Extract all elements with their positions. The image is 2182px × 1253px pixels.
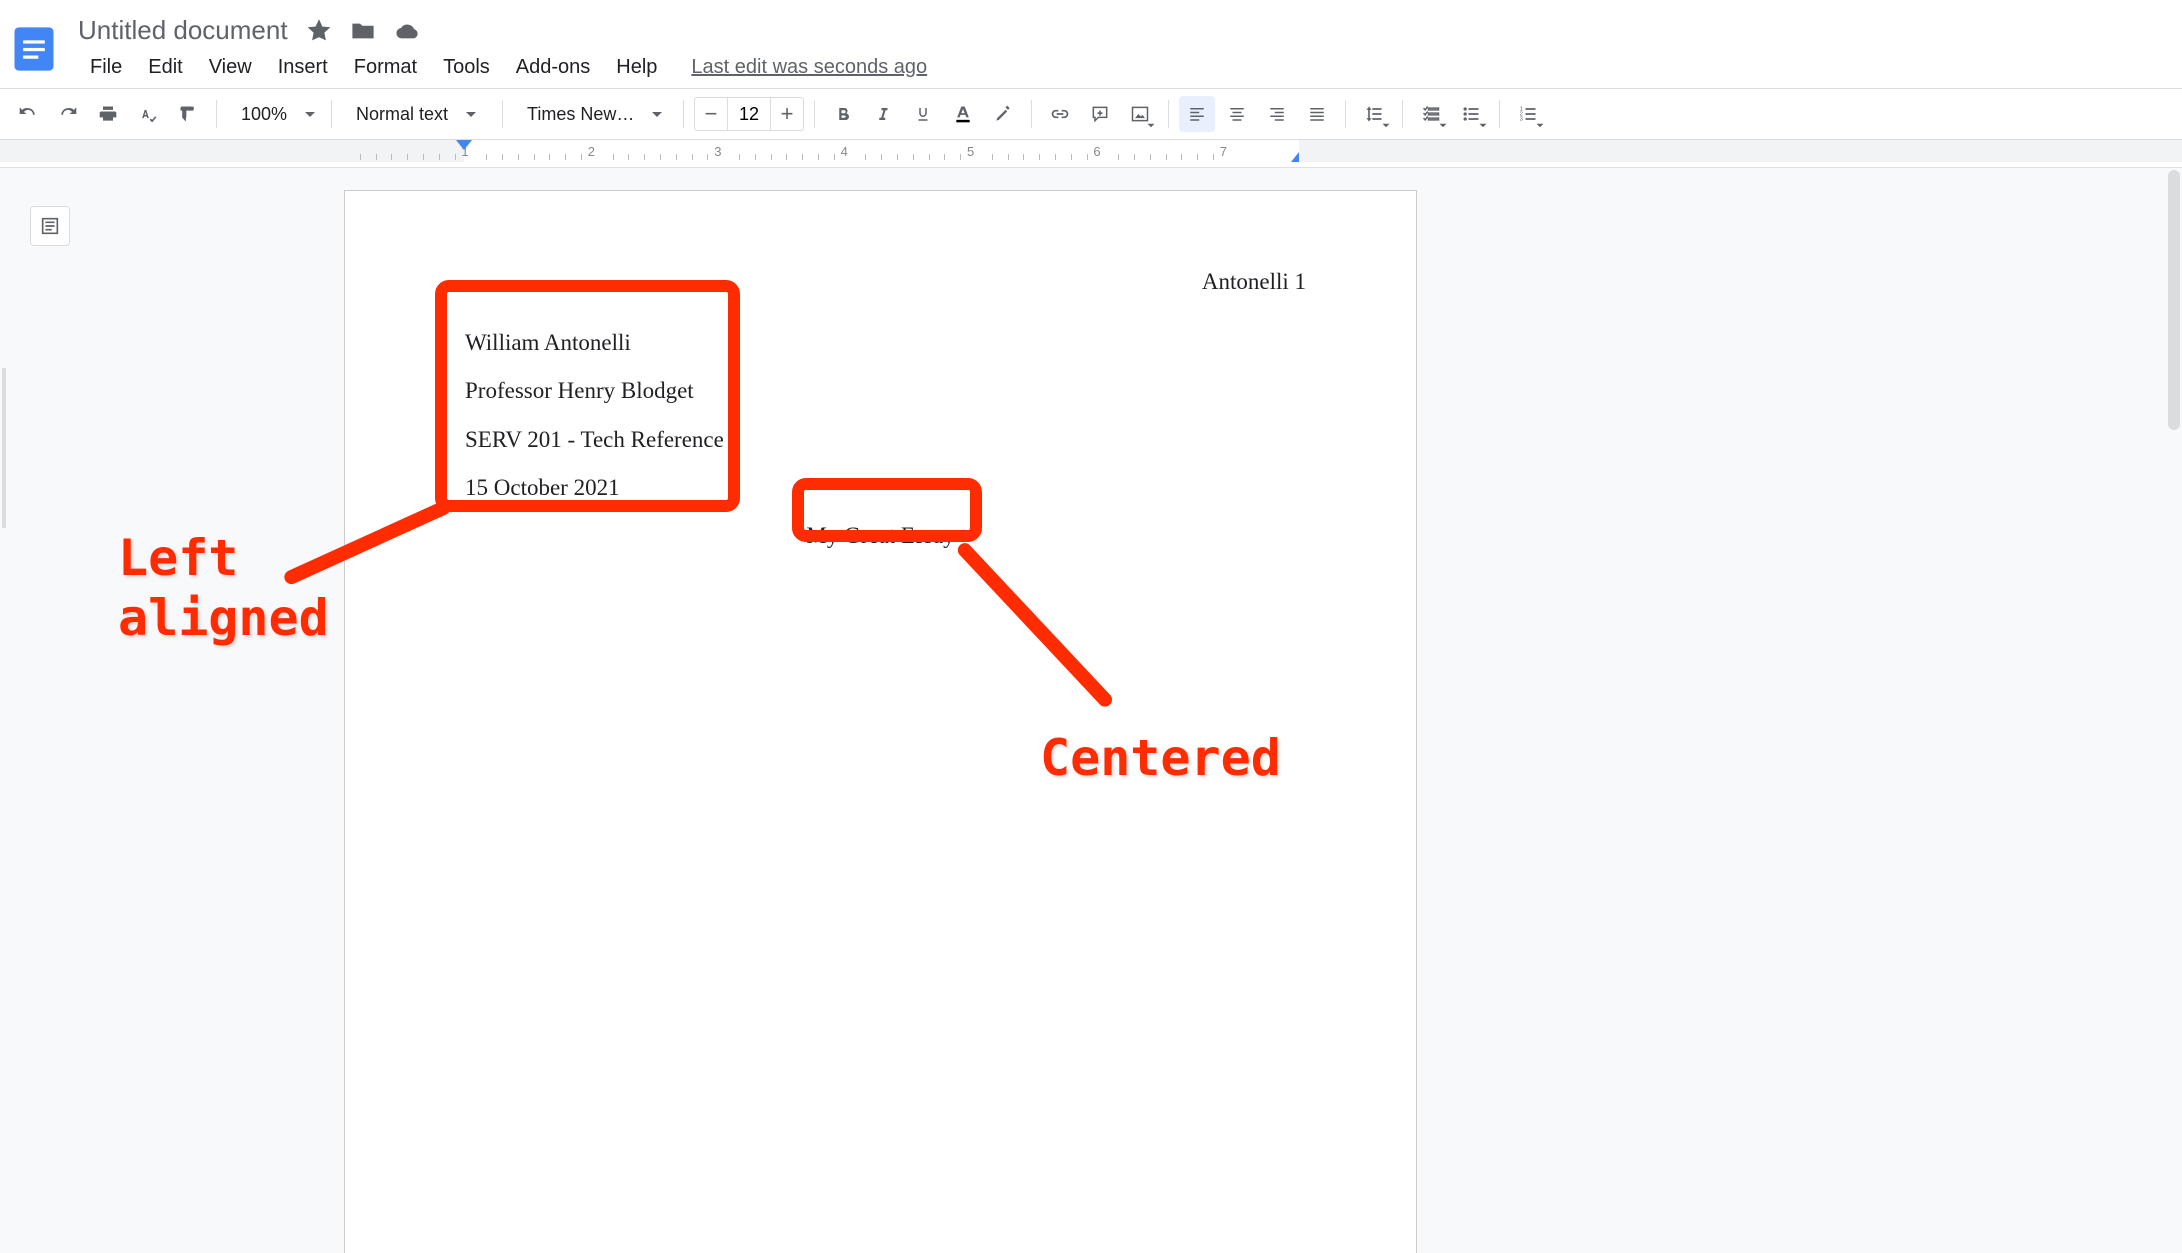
print-button[interactable] (90, 96, 126, 132)
docs-logo-icon[interactable] (8, 23, 60, 75)
menu-edit[interactable]: Edit (136, 52, 194, 83)
insert-link-button[interactable] (1042, 96, 1078, 132)
vertical-scrollbar[interactable] (2168, 170, 2180, 430)
italic-button[interactable] (865, 96, 901, 132)
numbered-list-button[interactable]: 123 (1510, 96, 1546, 132)
body-line-title[interactable]: My Great Essay (465, 512, 1296, 560)
body-line-date[interactable]: 15 October 2021 (465, 464, 1296, 512)
checklist-button[interactable] (1413, 96, 1449, 132)
star-icon[interactable] (306, 18, 332, 44)
font-dropdown[interactable]: Times New… (513, 96, 673, 132)
font-size-increase-button[interactable]: + (771, 98, 803, 130)
styles-dropdown[interactable]: Normal text (342, 96, 492, 132)
page-header-text[interactable]: Antonelli 1 (1202, 269, 1306, 295)
document-title[interactable]: Untitled document (78, 15, 288, 46)
body-line-professor[interactable]: Professor Henry Blodget (465, 367, 1296, 415)
menu-file[interactable]: File (78, 52, 134, 83)
font-size-control: − + (694, 97, 804, 131)
insert-image-button[interactable] (1122, 96, 1158, 132)
body-line-course[interactable]: SERV 201 - Tech Reference (465, 416, 1296, 464)
menubar: File Edit View Insert Format Tools Add-o… (78, 52, 927, 83)
align-right-button[interactable] (1259, 96, 1295, 132)
add-comment-button[interactable] (1082, 96, 1118, 132)
styles-value: Normal text (356, 104, 448, 125)
workspace[interactable]: Antonelli 1 William Antonelli Professor … (0, 168, 2182, 1253)
menu-insert[interactable]: Insert (266, 52, 340, 83)
cloud-status-icon[interactable] (394, 18, 420, 44)
menu-view[interactable]: View (197, 52, 264, 83)
line-spacing-button[interactable] (1356, 96, 1392, 132)
left-edge-decoration (2, 368, 6, 528)
align-left-button[interactable] (1179, 96, 1215, 132)
ruler[interactable]: 1234567 (0, 140, 2182, 168)
bold-button[interactable] (825, 96, 861, 132)
body-line-name[interactable]: William Antonelli (465, 319, 1296, 367)
font-size-input[interactable] (727, 98, 771, 130)
document-page[interactable]: Antonelli 1 William Antonelli Professor … (344, 190, 1417, 1253)
document-outline-button[interactable] (30, 206, 70, 246)
underline-button[interactable] (905, 96, 941, 132)
font-value: Times New… (527, 104, 634, 125)
text-color-button[interactable] (945, 96, 981, 132)
highlight-button[interactable] (985, 96, 1021, 132)
titlebar: Untitled document File Edit View Insert … (0, 0, 2182, 88)
last-edit-link[interactable]: Last edit was seconds ago (691, 56, 927, 79)
align-center-button[interactable] (1219, 96, 1255, 132)
spellcheck-button[interactable] (130, 96, 166, 132)
toolbar: 100% Normal text Times New… − + 123 (0, 88, 2182, 140)
redo-button[interactable] (50, 96, 86, 132)
font-size-decrease-button[interactable]: − (695, 98, 727, 130)
menu-addons[interactable]: Add-ons (504, 52, 603, 83)
move-icon[interactable] (350, 18, 376, 44)
menu-format[interactable]: Format (342, 52, 429, 83)
menu-tools[interactable]: Tools (431, 52, 502, 83)
zoom-dropdown[interactable]: 100% (227, 96, 321, 132)
align-justify-button[interactable] (1299, 96, 1335, 132)
document-body[interactable]: William Antonelli Professor Henry Blodge… (465, 319, 1296, 560)
bulleted-list-button[interactable] (1453, 96, 1489, 132)
zoom-value: 100% (241, 104, 287, 125)
menu-help[interactable]: Help (604, 52, 669, 83)
svg-text:3: 3 (1520, 117, 1523, 123)
paint-format-button[interactable] (170, 96, 206, 132)
annotation-label-left: Leftaligned (118, 528, 329, 648)
undo-button[interactable] (10, 96, 46, 132)
